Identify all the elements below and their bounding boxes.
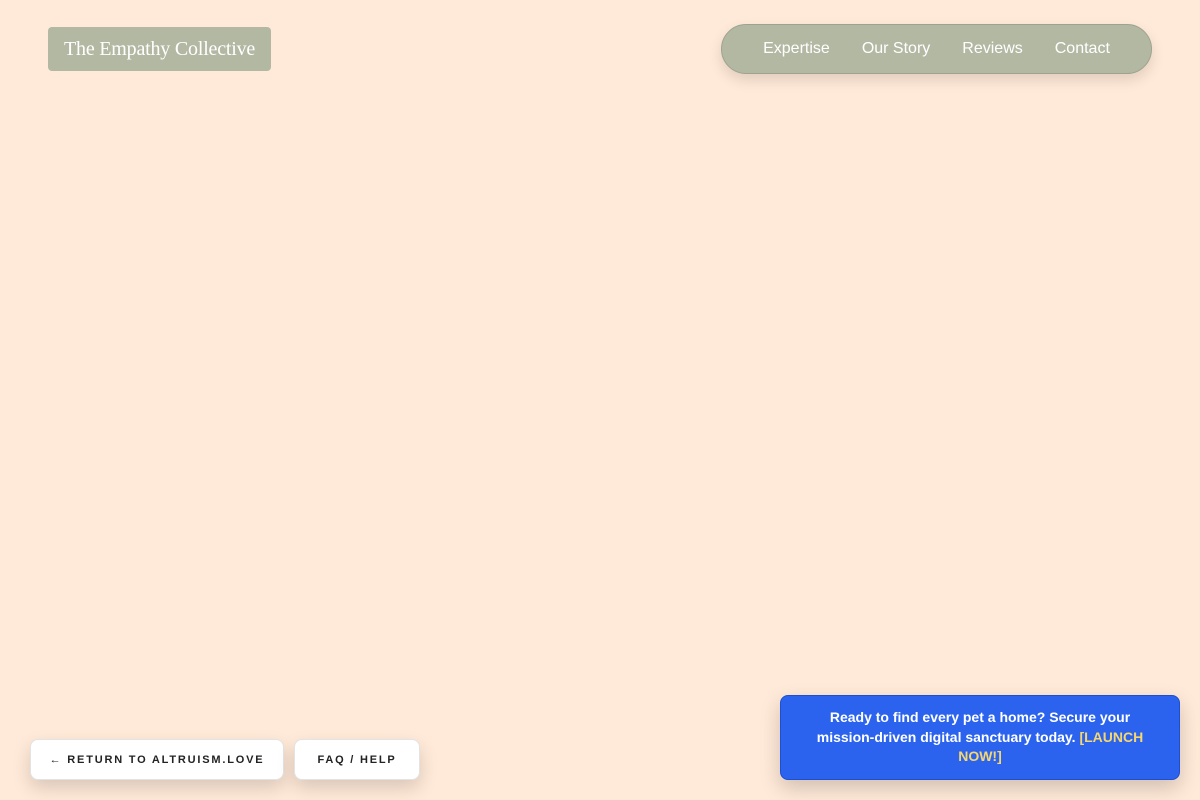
cta-message: Ready to find every pet a home? Secure y… — [809, 708, 1151, 767]
logo-text: The Empathy Collective — [64, 37, 256, 60]
main-nav: Expertise Our Story Reviews Contact — [721, 24, 1152, 74]
nav-item-reviews[interactable]: Reviews — [946, 40, 1038, 58]
nav-item-our-story[interactable]: Our Story — [846, 40, 946, 58]
return-button-label: ← RETURN TO ALTRUISM.LOVE — [49, 753, 265, 766]
cta-banner: Ready to find every pet a home? Secure y… — [780, 695, 1180, 780]
faq-button-label: FAQ / HELP — [317, 753, 397, 766]
nav-item-expertise[interactable]: Expertise — [747, 40, 846, 58]
return-to-altruism-button[interactable]: ← RETURN TO ALTRUISM.LOVE — [30, 739, 284, 780]
site-logo[interactable]: The Empathy Collective — [48, 27, 272, 71]
nav-item-contact[interactable]: Contact — [1039, 40, 1126, 58]
faq-help-button[interactable]: FAQ / HELP — [294, 739, 420, 780]
